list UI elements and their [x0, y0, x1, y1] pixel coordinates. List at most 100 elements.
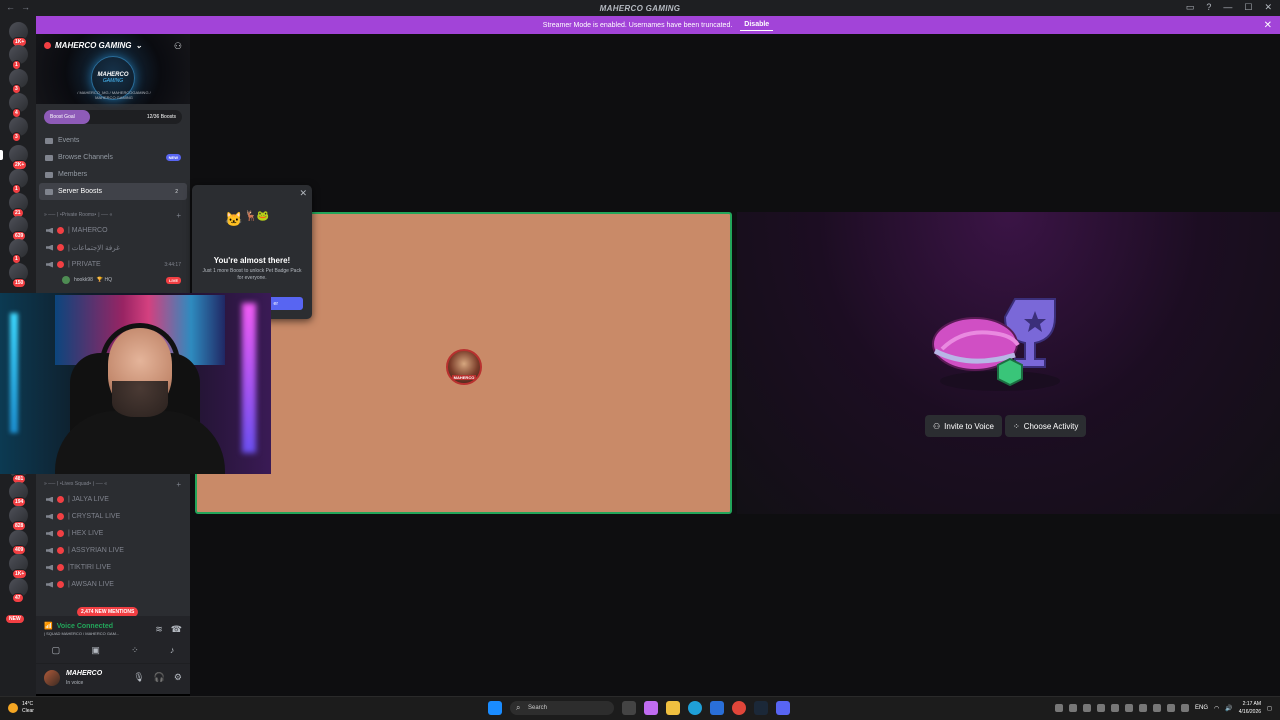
tray-icon[interactable] — [1097, 704, 1106, 712]
server-header[interactable]: MAHERCO GAMING ⌄ ⚇ MAHERCO GAMING / MAHERC… — [36, 34, 190, 104]
server-icon[interactable]: 150 — [9, 263, 28, 288]
volume-icon[interactable]: 🔊 — [1225, 705, 1232, 712]
file-explorer-icon[interactable] — [666, 701, 680, 715]
soundboard-icon[interactable]: ♪ — [170, 645, 175, 656]
tray-icon[interactable] — [1083, 704, 1092, 712]
menu-icon — [45, 154, 53, 161]
channel-status-dot — [57, 564, 64, 571]
close-popup-icon[interactable]: ✕ — [299, 188, 307, 199]
server-icon[interactable]: 409 — [9, 530, 28, 555]
server-icon[interactable]: 639 — [9, 216, 28, 241]
help-icon[interactable]: ? — [1206, 2, 1211, 13]
chrome-icon[interactable] — [732, 701, 746, 715]
popup-title: You're almost there! — [213, 256, 291, 265]
disconnect-icon[interactable]: ☎ — [171, 624, 182, 635]
close-banner-icon[interactable]: ✕ — [1264, 20, 1272, 31]
notification-icon[interactable]: ◻ — [1267, 705, 1272, 712]
voice-channel[interactable]: | PRIVATE 3:44:17 — [36, 256, 190, 273]
headphones-icon[interactable]: 🎧 — [154, 672, 165, 683]
channel-name: | HEX LIVE — [68, 530, 104, 537]
voice-channel[interactable]: | ASSYRIAN LIVE — [36, 542, 190, 559]
store-icon[interactable] — [710, 701, 724, 715]
voice-channel[interactable]: | CRYSTAL LIVE — [36, 508, 190, 525]
boost-goal-bar[interactable]: Boost Goal 12/36 Boosts — [44, 110, 182, 124]
members-item[interactable]: Members — [36, 166, 190, 183]
user-name[interactable]: MAHERCO — [66, 670, 102, 677]
invite-to-voice-button[interactable]: ⚇ Invite to Voice — [925, 415, 1002, 437]
browse-channels-item[interactable]: Browse Channels NEW — [36, 149, 190, 166]
taskbar-search[interactable]: Search — [510, 701, 614, 715]
noise-suppression-icon[interactable]: ≋ — [155, 624, 163, 635]
tray-icon[interactable] — [1055, 704, 1064, 712]
task-view-icon[interactable] — [622, 701, 636, 715]
voice-connection-panel: 📶 Voice Connected | SQUAD MAHERCO / MAHER… — [36, 616, 190, 664]
moon-weather-icon — [8, 703, 18, 713]
server-icon[interactable]: 3 — [9, 117, 28, 142]
steam-icon[interactable] — [754, 701, 768, 715]
tray-icon[interactable] — [1111, 704, 1120, 712]
unread-count-badge: 150 — [12, 278, 27, 288]
server-icon[interactable]: 3 — [9, 69, 28, 94]
maximize-icon[interactable]: ☐ — [1244, 2, 1252, 13]
server-name[interactable]: MAHERCO GAMING ⌄ — [44, 41, 142, 50]
windows-taskbar: 14°CClear Search ENG ◠ 🔊 2:17 AM4/16/202… — [0, 696, 1280, 720]
tray-icon[interactable] — [1167, 704, 1176, 712]
server-icon[interactable]: 2K+ — [9, 145, 28, 170]
voice-channel[interactable]: | MAHERCO — [36, 222, 190, 239]
voice-channel[interactable]: | JALYA LIVE — [36, 491, 190, 508]
server-icon[interactable]: 828 — [9, 506, 28, 531]
server-icon[interactable]: 194 — [9, 482, 28, 507]
add-channel-icon[interactable]: + — [176, 480, 181, 489]
server-icon[interactable]: 1 — [9, 239, 28, 264]
tray-icon[interactable] — [1181, 704, 1190, 712]
server-icon[interactable]: 1K+ — [9, 554, 28, 579]
server-boosts-item[interactable]: Server Boosts 2 — [39, 183, 187, 200]
discord-icon[interactable] — [776, 701, 790, 715]
unread-count-badge: 47 — [12, 593, 24, 603]
microphone-icon[interactable]: 🎙 — [133, 672, 144, 683]
streamer-mode-banner: Streamer Mode is enabled. Usernames have… — [36, 16, 1280, 34]
weather-widget[interactable]: 14°C Clear — [8, 701, 34, 715]
voice-channel[interactable]: | غرفة الإجتماعات — [36, 239, 190, 256]
server-icon[interactable]: 1 — [9, 45, 28, 70]
camera-icon[interactable]: ▢ — [52, 645, 61, 656]
server-icon[interactable]: 1 — [9, 169, 28, 194]
tray-icon[interactable] — [1125, 704, 1134, 712]
language-indicator[interactable]: ENG — [1195, 705, 1208, 711]
copilot-icon[interactable] — [644, 701, 658, 715]
speaker-icon — [46, 227, 53, 234]
choose-activity-button[interactable]: ⁘ Choose Activity — [1005, 415, 1087, 437]
server-icon[interactable]: 21 — [9, 193, 28, 218]
minimize-icon[interactable]: — — [1223, 2, 1232, 13]
tray-icon[interactable] — [1069, 704, 1078, 712]
avatar[interactable] — [44, 670, 60, 686]
events-item[interactable]: Events — [36, 132, 190, 149]
disable-button[interactable]: Disable — [740, 19, 774, 31]
inbox-icon[interactable]: ▭ — [1186, 2, 1195, 13]
voice-status[interactable]: 📶 Voice Connected — [44, 622, 113, 631]
voice-channel[interactable]: | HEX LIVE — [36, 525, 190, 542]
clock[interactable]: 2:17 AM 4/16/2026 — [1239, 700, 1261, 716]
voice-channel[interactable]: |TIKTIRI LIVE — [36, 559, 190, 576]
voice-channel[interactable]: | AWSAN LIVE — [36, 576, 190, 593]
server-icon[interactable]: 4 — [9, 93, 28, 118]
server-icon[interactable]: 47 — [9, 578, 28, 603]
tray-icon[interactable] — [1153, 704, 1162, 712]
windows-start-icon[interactable] — [488, 701, 502, 715]
category-lives-squad[interactable]: » ── ⌈ •Lives Squad• ⌋ ── «+ — [36, 477, 190, 491]
category-private-rooms[interactable]: » ── ⌈ •Private Rooms• ⌋ ── «+ — [36, 208, 190, 222]
server-icon[interactable]: 1K+ — [9, 22, 28, 47]
close-window-icon[interactable]: ✕ — [1264, 2, 1272, 13]
screen-share-icon[interactable]: ▣ — [91, 645, 100, 656]
add-channel-icon[interactable]: + — [176, 211, 181, 220]
gear-icon[interactable]: ⚙ — [174, 672, 182, 683]
channel-status-dot — [57, 547, 64, 554]
activities-icon[interactable]: ⁘ — [131, 645, 139, 656]
edge-icon[interactable] — [688, 701, 702, 715]
voice-channel-name[interactable]: | SQUAD MAHERCO / MAHERCO GAM... — [44, 631, 154, 636]
wifi-icon[interactable]: ◠ — [1214, 705, 1219, 712]
tray-icon[interactable] — [1139, 704, 1148, 712]
menu-label: Events — [58, 137, 80, 144]
invite-people-icon[interactable]: ⚇ — [174, 41, 182, 52]
voice-user-row[interactable]: hookk98 🏆 HQ LIVE — [36, 273, 190, 287]
